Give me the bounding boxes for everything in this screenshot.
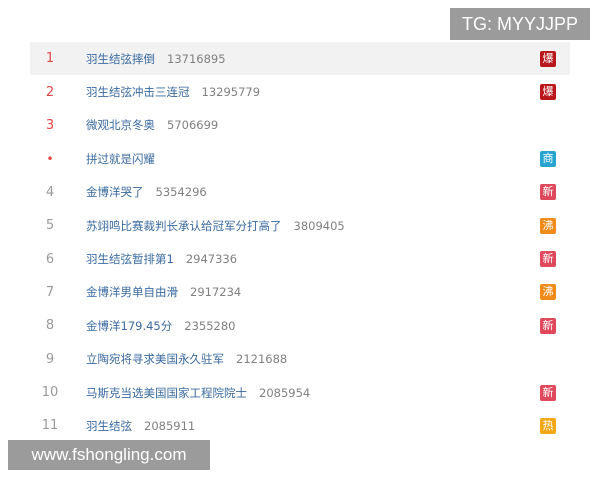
hot-search-row[interactable]: 4 金博洋哭了 5354296 新 [30, 176, 570, 209]
hot-search-title-link[interactable]: 羽生结弦暂排第1 [86, 251, 174, 267]
search-count: 13716895 [167, 51, 226, 66]
search-count: 2917234 [190, 285, 242, 300]
hot-search-row[interactable]: 6 羽生结弦暂排第1 2947336 新 [30, 242, 570, 275]
search-count: 13295779 [201, 85, 261, 100]
rank-number: 8 [45, 318, 55, 334]
search-count: 2355280 [184, 318, 236, 333]
status-badge: 商 [540, 150, 556, 167]
rank-number: 2 [45, 84, 55, 100]
search-count: 2121688 [236, 352, 288, 367]
search-count: 2947336 [185, 252, 238, 267]
hot-search-title-link[interactable]: 金博洋男单自由滑 [86, 284, 178, 300]
rank-number: • [46, 151, 54, 166]
hot-search-title-link[interactable]: 苏翊鸣比赛裁判长承认给冠军分打高了 [86, 218, 282, 234]
status-badge: 新 [540, 184, 556, 201]
hot-search-row[interactable]: 7 金博洋男单自由滑 2917234 沸 [30, 276, 570, 309]
status-badge: 新 [540, 384, 556, 401]
hot-search-title-link[interactable]: 金博洋哭了 [86, 184, 144, 200]
rank-number: 7 [45, 284, 55, 300]
hot-search-row[interactable]: • 拼过就是闪耀 商 [30, 142, 570, 175]
hot-search-title-link[interactable]: 微观北京冬奥 [86, 117, 155, 133]
search-count: 3809405 [293, 218, 345, 233]
watermark-bottom: www.fshongling.com [8, 440, 210, 470]
rank-number: 1 [45, 51, 55, 67]
rank-number: 6 [45, 251, 55, 267]
hot-search-row[interactable]: 11 羽生结弦 2085911 热 [30, 409, 570, 442]
watermark-top: TG: MYYJJPP [449, 8, 590, 40]
status-badge: 热 [540, 417, 556, 434]
rank-number: 10 [41, 385, 59, 401]
hot-search-row[interactable]: 8 金博洋179.45分 2355280 新 [30, 309, 570, 342]
search-count: 5354296 [155, 185, 207, 200]
hot-search-row[interactable]: 1 羽生结弦摔倒 13716895 爆 [30, 42, 570, 76]
status-badge: 沸 [540, 284, 556, 301]
hot-search-row[interactable]: 5 苏翊鸣比赛裁判长承认给冠军分打高了 3809405 沸 [30, 209, 570, 242]
search-count: 2085911 [144, 418, 196, 433]
hot-search-title-link[interactable]: 立陶宛将寻求美国永久驻军 [86, 351, 224, 367]
hot-search-list: 1 羽生结弦摔倒 13716895 爆 2 羽生结弦冲击三连冠 13295779 爆 3 微观北京… [30, 42, 570, 443]
hot-search-row[interactable]: 3 微观北京冬奥 5706699 [30, 109, 570, 142]
hot-search-title-link[interactable]: 马斯克当选美国国家工程院院士 [86, 385, 247, 401]
search-count: 5706699 [167, 118, 219, 133]
status-badge: 爆 [540, 84, 556, 101]
hot-search-title-link[interactable]: 羽生结弦摔倒 [86, 51, 155, 67]
status-badge: 爆 [540, 50, 556, 67]
rank-number: 3 [45, 117, 55, 133]
status-badge: 沸 [540, 217, 556, 234]
hot-search-title-link[interactable]: 金博洋179.45分 [86, 318, 172, 334]
hot-search-title-link[interactable]: 羽生结弦冲击三连冠 [86, 84, 190, 100]
rank-number: 9 [45, 351, 55, 367]
rank-number: 4 [45, 184, 55, 200]
hot-search-title-link[interactable]: 羽生结弦 [86, 418, 132, 434]
hot-search-row[interactable]: 2 羽生结弦冲击三连冠 13295779 爆 [30, 75, 570, 108]
hot-search-row[interactable]: 10 马斯克当选美国国家工程院院士 2085954 新 [30, 376, 570, 409]
hot-search-row[interactable]: 9 立陶宛将寻求美国永久驻军 2121688 [30, 343, 570, 376]
rank-number: 11 [41, 418, 59, 434]
rank-number: 5 [45, 218, 55, 234]
status-badge: 新 [540, 251, 556, 268]
hot-search-title-link[interactable]: 拼过就是闪耀 [86, 151, 155, 167]
search-count: 2085954 [259, 385, 311, 400]
status-badge: 新 [540, 317, 556, 334]
